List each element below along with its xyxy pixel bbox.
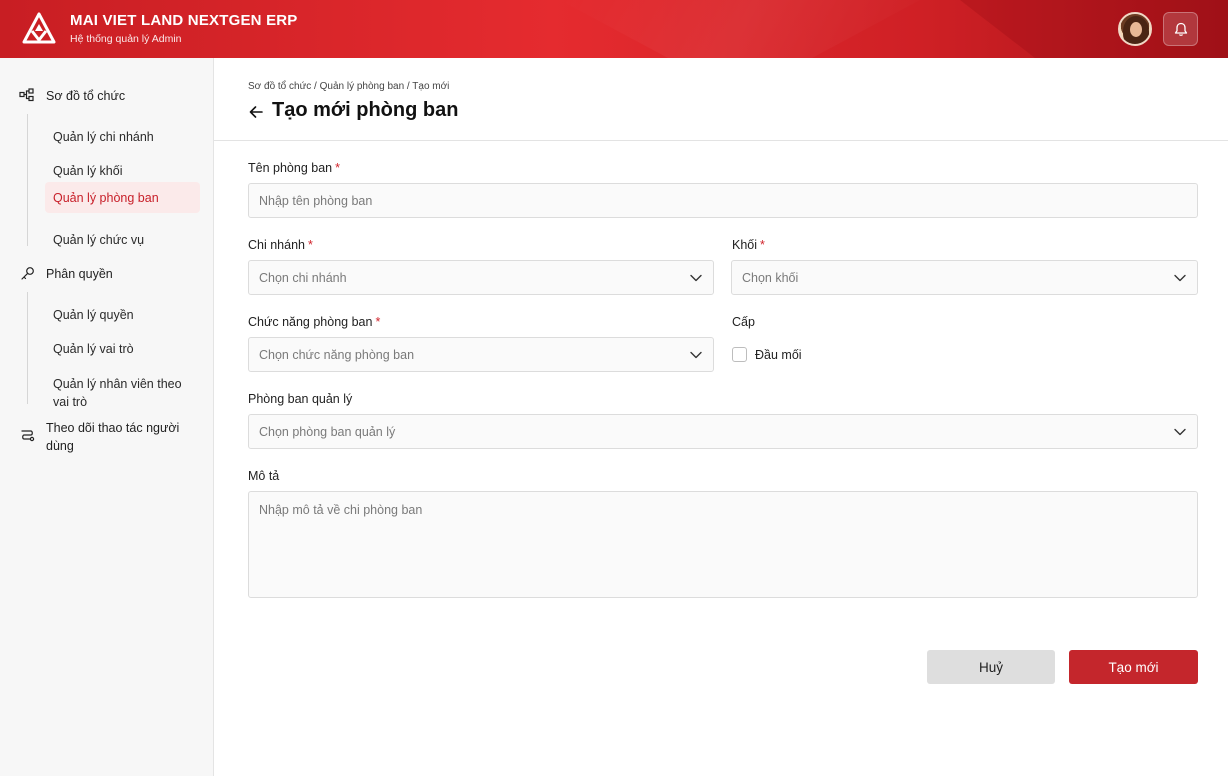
user-avatar[interactable] xyxy=(1118,12,1152,46)
required-marker: * xyxy=(335,161,340,175)
brand-logo[interactable] xyxy=(22,12,56,46)
page-title: Tạo mới phòng ban xyxy=(272,99,459,121)
department-name-placeholder: Nhập tên phòng ban xyxy=(259,193,373,208)
sidebar-item-position-management[interactable]: Quản lý chức vụ xyxy=(45,224,200,256)
notification-button[interactable] xyxy=(1163,12,1198,46)
block-placeholder: Chọn khối xyxy=(742,270,799,285)
block-label: Khối * xyxy=(732,238,765,252)
route-icon xyxy=(18,427,36,443)
block-select[interactable]: Chọn khối xyxy=(731,260,1198,295)
department-name-label: Tên phòng ban * xyxy=(248,161,340,175)
description-placeholder: Nhập mô tả về chi phòng ban xyxy=(259,503,423,517)
managing-department-placeholder: Chọn phòng ban quản lý xyxy=(259,424,396,439)
sidebar-group-label: Phân quyền xyxy=(46,267,113,281)
sidebar-group-permissions[interactable]: Phân quyền xyxy=(18,265,113,283)
department-function-select[interactable]: Chọn chức năng phòng ban xyxy=(248,337,714,372)
breadcrumb[interactable]: Sơ đồ tổ chức / Quản lý phòng ban / Tạo … xyxy=(248,81,449,92)
required-marker: * xyxy=(375,315,381,329)
branch-label: Chi nhánh * xyxy=(248,238,313,252)
description-textarea[interactable]: Nhập mô tả về chi phòng ban xyxy=(248,491,1198,598)
department-name-input[interactable]: Nhập tên phòng ban xyxy=(248,183,1198,218)
bell-icon xyxy=(1174,22,1187,36)
chevron-down-icon xyxy=(1174,274,1186,281)
sidebar-group-label: Theo dõi thao tác người dùng xyxy=(46,421,180,453)
sidebar-item-department-management[interactable]: Quản lý phòng ban xyxy=(45,182,200,213)
managing-department-label: Phòng ban quản lý xyxy=(248,392,353,406)
level-label: Cấp xyxy=(732,315,755,329)
sidebar-item-branch-management[interactable]: Quản lý chi nhánh xyxy=(45,121,200,153)
sidebar-tree-line xyxy=(27,292,28,404)
description-label: Mô tả xyxy=(248,469,280,483)
app-subtitle: Hệ thống quản lý Admin xyxy=(70,33,182,45)
org-chart-icon xyxy=(18,87,36,103)
hub-checkbox[interactable] xyxy=(732,347,747,362)
header-divider xyxy=(214,140,1228,141)
sidebar-group-org-chart[interactable]: Sơ đồ tổ chức xyxy=(18,87,125,105)
key-icon xyxy=(18,265,36,281)
top-header: MAI VIET LAND NEXTGEN ERP Hệ thống quản … xyxy=(0,0,1228,58)
sidebar-group-label: Sơ đồ tổ chức xyxy=(46,89,126,103)
hub-checkbox-label[interactable]: Đầu mối xyxy=(755,348,802,362)
sidebar-tree-line xyxy=(27,114,28,246)
main-content: Sơ đồ tổ chức / Quản lý phòng ban / Tạo … xyxy=(214,58,1228,776)
back-arrow-icon[interactable] xyxy=(248,104,264,120)
cancel-button[interactable]: Huỷ xyxy=(927,650,1055,684)
app-title: MAI VIET LAND NEXTGEN ERP xyxy=(70,12,298,29)
header-decoration xyxy=(560,0,920,58)
sidebar-item-role-management[interactable]: Quản lý vai trò xyxy=(45,333,200,365)
create-button[interactable]: Tạo mới xyxy=(1069,650,1198,684)
chevron-down-icon xyxy=(690,274,702,281)
required-marker: * xyxy=(308,238,313,252)
sidebar-item-permission-management[interactable]: Quản lý quyền xyxy=(45,299,200,331)
branch-placeholder: Chọn chi nhánh xyxy=(259,270,347,285)
sidebar: Sơ đồ tổ chức Quản lý chi nhánh Quản lý … xyxy=(0,58,214,776)
required-marker: * xyxy=(760,238,765,252)
department-function-placeholder: Chọn chức năng phòng ban xyxy=(259,347,415,362)
managing-department-select[interactable]: Chọn phòng ban quản lý xyxy=(248,414,1198,449)
avatar-face xyxy=(1130,22,1142,37)
branch-select[interactable]: Chọn chi nhánh xyxy=(248,260,714,295)
chevron-down-icon xyxy=(690,351,702,358)
sidebar-group-user-activity[interactable]: Theo dõi thao tác người dùng xyxy=(18,419,198,455)
department-function-label: Chức năng phòng ban * xyxy=(248,315,381,329)
sidebar-item-employee-by-role[interactable]: Quản lý nhân viên theo vai trò xyxy=(45,368,195,418)
chevron-down-icon xyxy=(1174,428,1186,435)
